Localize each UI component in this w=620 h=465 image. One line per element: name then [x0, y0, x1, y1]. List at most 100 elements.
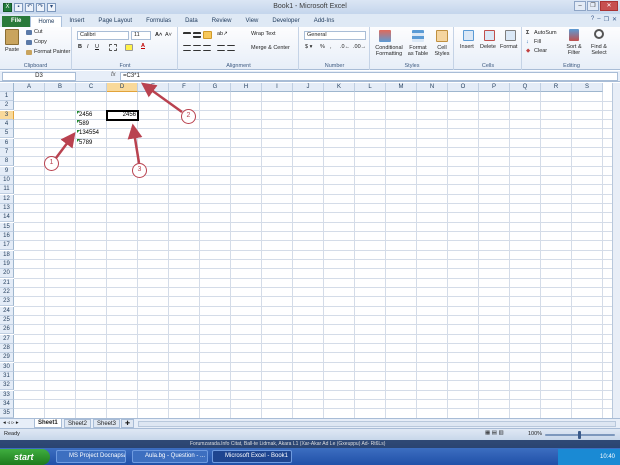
column-header-b[interactable]: B: [45, 83, 76, 92]
tab-data[interactable]: Data: [178, 16, 205, 27]
row-header-24[interactable]: 24: [0, 306, 14, 316]
row-header-21[interactable]: 21: [0, 278, 14, 288]
conditional-formatting-button[interactable]: Conditional Formatting: [373, 45, 405, 57]
taskbar-button-ms-project[interactable]: MS Project Docnapsa...: [56, 450, 126, 463]
row-header-5[interactable]: 5: [0, 129, 14, 139]
delete-cells-icon[interactable]: [484, 30, 495, 41]
row-header-29[interactable]: 29: [0, 353, 14, 363]
number-format-select[interactable]: General: [304, 31, 366, 40]
row-header-14[interactable]: 14: [0, 213, 14, 223]
format-as-table-button[interactable]: Format as Table: [407, 45, 429, 57]
find-select-button[interactable]: Find & Select: [587, 44, 611, 56]
row-header-31[interactable]: 31: [0, 371, 14, 381]
column-header-n[interactable]: N: [417, 83, 448, 92]
font-name-select[interactable]: Calibri: [77, 31, 129, 40]
copy-button[interactable]: Copy: [34, 39, 47, 45]
cell-styles-button[interactable]: Cell Styles: [432, 45, 452, 57]
cell-c5[interactable]: 134554: [79, 129, 99, 138]
row-header-7[interactable]: 7: [0, 147, 14, 157]
sheet-tab-1[interactable]: Sheet1: [34, 419, 62, 428]
clear-button[interactable]: Clear: [534, 48, 547, 54]
name-box[interactable]: D3: [2, 72, 76, 81]
increase-indent-icon[interactable]: [227, 45, 235, 51]
vertical-scrollbar[interactable]: [612, 83, 620, 418]
currency-icon[interactable]: $ ▾: [305, 44, 312, 50]
insert-cells-button[interactable]: Insert: [460, 44, 474, 50]
tab-file[interactable]: File: [2, 16, 31, 27]
row-header-32[interactable]: 32: [0, 381, 14, 391]
row-header-4[interactable]: 4: [0, 119, 14, 129]
align-middle-icon[interactable]: [193, 32, 201, 38]
worksheet-grid[interactable]: A B C D E F G H I J K L M N O P Q R S 1 2 3 4 5 6 7 8 9 10 11 12 13 14 15…: [0, 83, 612, 418]
row-header-27[interactable]: 27: [0, 334, 14, 344]
delete-cells-button[interactable]: Delete: [480, 44, 496, 50]
row-header-3[interactable]: 3: [0, 110, 14, 120]
taskbar-button-excel[interactable]: Microsoft Excel - Book1: [212, 450, 292, 463]
row-header-34[interactable]: 34: [0, 399, 14, 409]
comma-icon[interactable]: ,: [330, 44, 332, 50]
percent-icon[interactable]: %: [320, 44, 325, 50]
column-header-e[interactable]: E: [138, 83, 169, 92]
cell-c6[interactable]: 5789: [79, 139, 92, 148]
row-header-30[interactable]: 30: [0, 362, 14, 372]
tab-insert[interactable]: Insert: [62, 16, 91, 27]
row-header-13[interactable]: 13: [0, 203, 14, 213]
decrease-decimal-icon[interactable]: .00→: [353, 44, 366, 50]
row-header-26[interactable]: 26: [0, 325, 14, 335]
row-header-20[interactable]: 20: [0, 269, 14, 279]
align-bottom-icon[interactable]: [203, 31, 212, 39]
formula-input[interactable]: =C3*1: [120, 72, 618, 81]
paste-button[interactable]: Paste: [5, 47, 19, 53]
restore-button[interactable]: ❐: [587, 1, 599, 11]
column-header-a[interactable]: A: [14, 83, 45, 92]
row-header-10[interactable]: 10: [0, 175, 14, 185]
find-select-icon[interactable]: [594, 29, 604, 39]
format-cells-button[interactable]: Format: [500, 44, 517, 50]
align-center-icon[interactable]: [193, 45, 201, 51]
merge-center-button[interactable]: Merge & Center: [251, 45, 290, 51]
tab-add-ins[interactable]: Add-Ins: [307, 16, 342, 27]
sheet-tab-2[interactable]: Sheet2: [64, 419, 92, 428]
cut-button[interactable]: Cut: [34, 29, 43, 35]
align-top-icon[interactable]: [183, 32, 191, 38]
column-header-o[interactable]: O: [448, 83, 479, 92]
row-header-12[interactable]: 12: [0, 194, 14, 204]
row-header-2[interactable]: 2: [0, 101, 14, 111]
start-button[interactable]: start: [0, 449, 50, 465]
autosum-button[interactable]: AutoSum: [534, 30, 557, 36]
column-header-h[interactable]: H: [231, 83, 262, 92]
grow-font-icon[interactable]: A˄: [155, 32, 162, 38]
shrink-font-icon[interactable]: A˅: [165, 32, 172, 38]
row-header-35[interactable]: 35: [0, 409, 14, 418]
format-as-table-icon[interactable]: [412, 30, 424, 42]
row-header-15[interactable]: 15: [0, 222, 14, 232]
column-header-i[interactable]: I: [262, 83, 293, 92]
close-button[interactable]: ✕: [600, 1, 618, 11]
column-header-r[interactable]: R: [541, 83, 572, 92]
row-header-16[interactable]: 16: [0, 231, 14, 241]
row-header-17[interactable]: 17: [0, 241, 14, 251]
cell-c3[interactable]: 2456: [79, 111, 92, 120]
ribbon-minimize-icon[interactable]: –: [597, 16, 600, 23]
underline-button[interactable]: U: [95, 44, 99, 50]
font-color-icon[interactable]: A: [141, 43, 145, 49]
bold-button[interactable]: B: [78, 44, 82, 50]
paste-icon[interactable]: [5, 29, 19, 45]
borders-icon[interactable]: [109, 44, 117, 51]
select-all-corner[interactable]: [0, 83, 14, 92]
align-right-icon[interactable]: [203, 45, 211, 51]
italic-button[interactable]: I: [87, 44, 89, 50]
row-header-28[interactable]: 28: [0, 343, 14, 353]
font-size-select[interactable]: 11: [131, 31, 151, 40]
sheet-nav-icon[interactable]: ◂ ◃ ▹ ▸: [3, 420, 19, 426]
column-header-q[interactable]: Q: [510, 83, 541, 92]
conditional-formatting-icon[interactable]: [379, 30, 391, 42]
row-header-8[interactable]: 8: [0, 157, 14, 167]
tab-view[interactable]: View: [238, 16, 265, 27]
sheet-tab-3[interactable]: Sheet3: [93, 419, 121, 428]
column-header-l[interactable]: L: [355, 83, 386, 92]
decrease-indent-icon[interactable]: [217, 45, 225, 51]
column-header-k[interactable]: K: [324, 83, 355, 92]
sort-filter-button[interactable]: Sort & Filter: [563, 44, 585, 56]
workbook-close-icon[interactable]: ✕: [612, 16, 617, 23]
